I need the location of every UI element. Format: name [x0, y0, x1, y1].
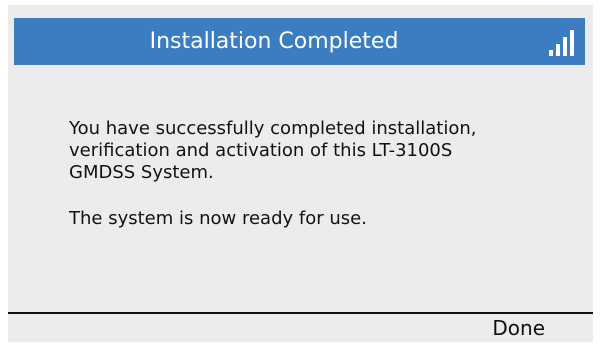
done-button[interactable]: Done [492, 314, 545, 342]
title-bar: Installation Completed [14, 18, 585, 65]
completion-message: You have successfully completed installa… [69, 118, 477, 183]
softkey-bar: Done [8, 314, 593, 342]
dialog-title: Installation Completed [149, 29, 399, 54]
signal-strength-icon [549, 30, 574, 56]
ready-message: The system is now ready for use. [69, 208, 367, 229]
dialog-message: You have successfully completed installa… [69, 118, 569, 230]
